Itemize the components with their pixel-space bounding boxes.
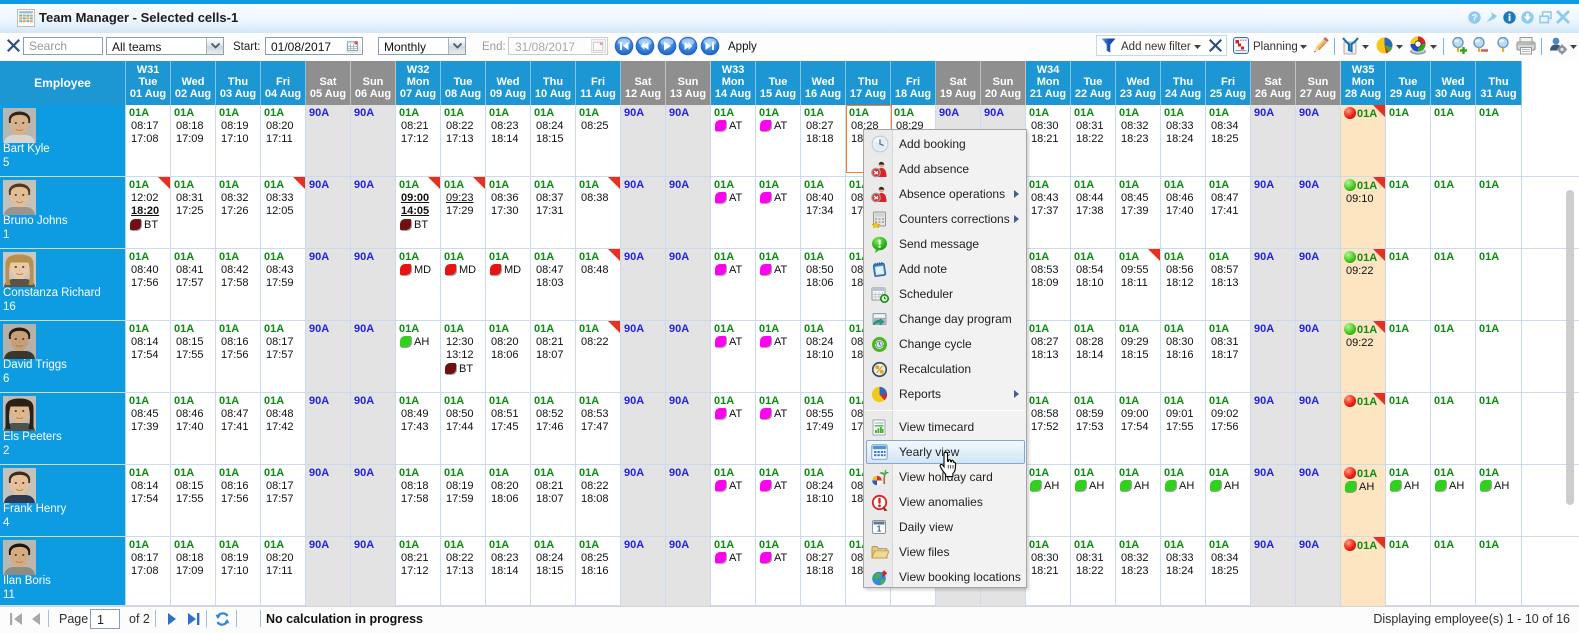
svg-text:?: ?: [1472, 13, 1478, 23]
svg-text:1: 1: [877, 525, 882, 534]
